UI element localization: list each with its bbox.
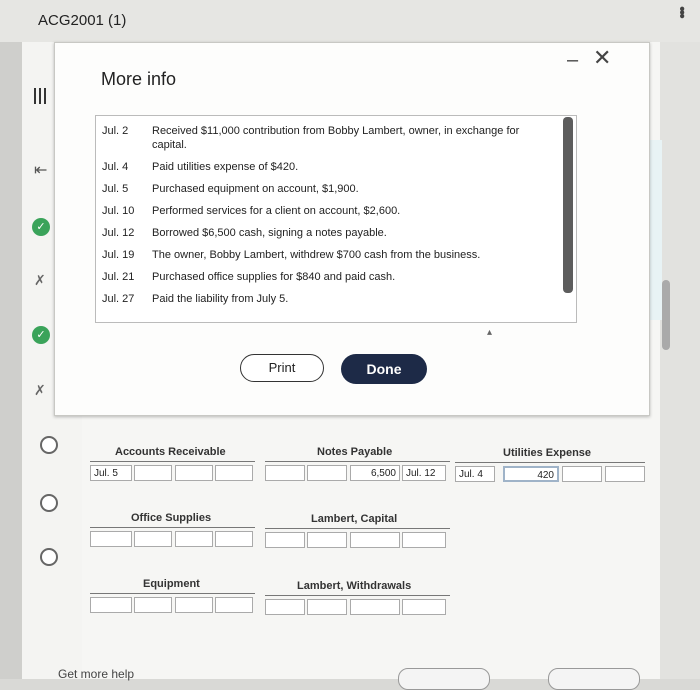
entry-date: Jul. 12	[102, 227, 135, 239]
lc-cell[interactable]	[350, 532, 400, 548]
list-item: Jul. 2 Received $11,000 contribution from…	[102, 124, 542, 152]
t-account-line	[455, 462, 645, 463]
more-info-modal: More info – ✕ Jul. 2 Received $11,000 con…	[54, 42, 650, 416]
t-account-line	[90, 461, 255, 462]
lw-cell[interactable]	[350, 599, 400, 615]
os-cell[interactable]	[90, 531, 132, 547]
list-item: Jul. 4 Paid utilities expense of $420.	[102, 160, 542, 174]
completed-check-icon: ✓	[32, 326, 50, 344]
partial-icon: ✗	[34, 382, 46, 398]
entry-date: Jul. 27	[102, 293, 135, 305]
cursor-mark: ▴	[487, 327, 493, 338]
ar-date-cell[interactable]: Jul. 5	[90, 465, 132, 481]
app-title: ACG2001 (1)	[38, 12, 127, 29]
list-item: Jul. 5 Purchased equipment on account, $1…	[102, 182, 542, 196]
close-icon[interactable]: ✕	[593, 45, 611, 71]
list-item: Jul. 12 Borrowed $6,500 cash, signing a n…	[102, 226, 542, 240]
notes-payable-title: Notes Payable	[317, 446, 393, 458]
lambert-withdrawals-title: Lambert, Withdrawals	[297, 580, 412, 592]
more-options-icon[interactable]: •••	[672, 6, 690, 17]
question-radio[interactable]	[40, 436, 58, 454]
lc-cell[interactable]	[307, 532, 347, 548]
entry-description: Paid the liability from July 5.	[152, 293, 289, 305]
entry-description: Received $11,000 contribution from Bobby…	[152, 125, 520, 151]
entry-description: Purchased equipment on account, $1,900.	[152, 183, 359, 195]
tools-icon[interactable]: ⇤	[34, 160, 47, 180]
list-item: Jul. 19 The owner, Bobby Lambert, withdre…	[102, 248, 542, 262]
entry-date: Jul. 2	[102, 125, 129, 137]
accounts-receivable-title: Accounts Receivable	[115, 446, 226, 458]
top-bar: ACG2001 (1) •••	[0, 0, 700, 42]
partial-icon: ✗	[34, 272, 46, 288]
t-account-line	[265, 528, 450, 529]
ue-date-cell[interactable]: Jul. 4	[455, 466, 495, 482]
list-scrollbar[interactable]	[563, 117, 573, 293]
entry-date: Jul. 10	[102, 205, 135, 217]
equipment-title: Equipment	[143, 578, 200, 590]
ue-amount-cell[interactable]: 420	[503, 466, 559, 482]
np-credit-amount-cell[interactable]: 6,500	[350, 465, 400, 481]
os-cell[interactable]	[175, 531, 213, 547]
office-supplies-title: Office Supplies	[131, 512, 212, 524]
entry-date: Jul. 5	[102, 183, 129, 195]
ar-amount-cell[interactable]	[134, 465, 172, 481]
entry-description: Borrowed $6,500 cash, signing a notes pa…	[152, 227, 387, 239]
entry-description: Paid utilities expense of $420.	[152, 161, 299, 173]
t-account-line	[90, 593, 255, 594]
np-debit-amount-cell[interactable]	[307, 465, 347, 481]
ue-credit-date-cell[interactable]	[562, 466, 602, 482]
os-cell[interactable]	[215, 531, 253, 547]
question-radio[interactable]	[40, 494, 58, 512]
entry-date: Jul. 21	[102, 271, 135, 283]
lw-cell[interactable]	[307, 599, 347, 615]
lc-cell[interactable]	[265, 532, 305, 548]
eq-cell[interactable]	[134, 597, 172, 613]
eq-cell[interactable]	[90, 597, 132, 613]
lambert-capital-title: Lambert, Capital	[311, 513, 398, 525]
t-account-line	[265, 595, 450, 596]
done-button[interactable]: Done	[341, 354, 427, 384]
np-debit-date-cell[interactable]	[265, 465, 305, 481]
lw-cell[interactable]	[265, 599, 305, 615]
entry-description: The owner, Bobby Lambert, withdrew $700 …	[152, 249, 481, 261]
t-account-line	[265, 461, 450, 462]
list-item: Jul. 10 Performed services for a client o…	[102, 204, 542, 218]
print-button[interactable]: Print	[240, 354, 324, 382]
np-credit-date-cell[interactable]: Jul. 12	[402, 465, 446, 481]
entry-description: Purchased office supplies for $840 and p…	[152, 271, 396, 283]
transactions-list: Jul. 2 Received $11,000 contribution from…	[95, 115, 577, 323]
modal-title: More info	[101, 69, 177, 89]
question-radio[interactable]	[40, 548, 58, 566]
menu-icon[interactable]	[34, 88, 48, 104]
footer-button[interactable]	[548, 668, 640, 690]
footer-button[interactable]	[398, 668, 490, 690]
lc-cell[interactable]	[402, 532, 446, 548]
left-edge	[0, 42, 22, 679]
entry-date: Jul. 4	[102, 161, 129, 173]
utilities-expense-title: Utilities Expense	[503, 447, 592, 459]
os-cell[interactable]	[134, 531, 172, 547]
t-account-line	[90, 527, 255, 528]
right-edge	[660, 42, 700, 679]
eq-cell[interactable]	[175, 597, 213, 613]
completed-check-icon: ✓	[32, 218, 50, 236]
list-item: Jul. 21 Purchased office supplies for $84…	[102, 270, 542, 284]
ue-credit-amount-cell[interactable]	[605, 466, 645, 482]
page-scrollbar[interactable]	[662, 280, 670, 350]
list-item: Jul. 27 Paid the liability from July 5.	[102, 292, 542, 306]
eq-cell[interactable]	[215, 597, 253, 613]
entry-date: Jul. 19	[102, 249, 135, 261]
entry-description: Performed services for a client on accou…	[152, 205, 401, 217]
ar-credit-date-cell[interactable]	[175, 465, 213, 481]
ar-credit-amount-cell[interactable]	[215, 465, 253, 481]
lw-cell[interactable]	[402, 599, 446, 615]
minimize-icon[interactable]: –	[567, 49, 578, 72]
